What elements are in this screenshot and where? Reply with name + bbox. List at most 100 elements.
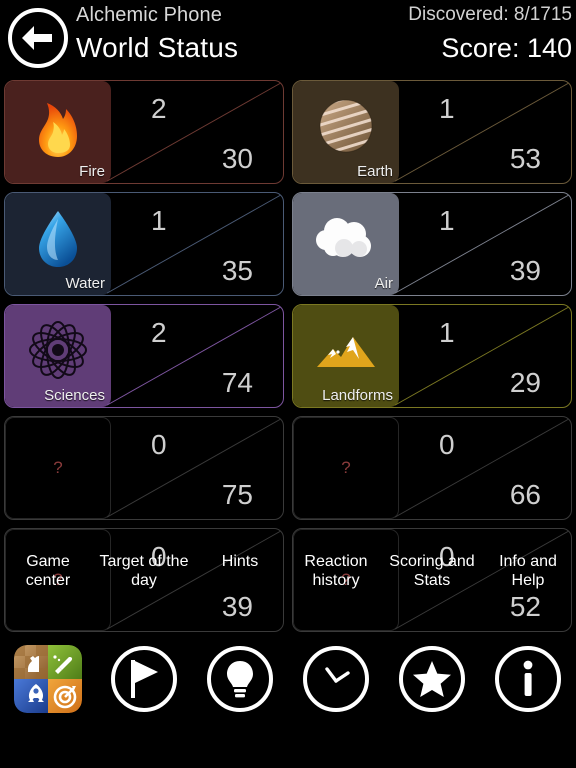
bottom-toolbar <box>0 638 576 720</box>
group-found-count: 0 <box>151 541 167 572</box>
group-found-count: 2 <box>151 317 167 348</box>
page-title: World Status <box>76 32 239 63</box>
lightbulb-icon <box>227 661 253 698</box>
group-progress: 1 53 <box>394 81 571 183</box>
clock-icon <box>325 667 350 683</box>
group-name: Sciences <box>44 387 105 404</box>
fraction-slash-icon <box>105 417 283 519</box>
group-found-count: 0 <box>439 429 455 460</box>
hints-button[interactable] <box>207 646 273 712</box>
group-name: ? <box>341 458 351 477</box>
group-cell[interactable]: ? 0 66 <box>288 412 576 524</box>
info-help-button[interactable] <box>495 646 561 712</box>
group-name: Water <box>65 275 105 292</box>
group-name: ? <box>53 570 63 589</box>
group-tile[interactable]: Landforms <box>293 305 399 407</box>
group-name: ? <box>341 570 351 589</box>
group-total-count: 53 <box>509 143 541 174</box>
group-tile[interactable]: Earth <box>293 81 399 183</box>
group-tile[interactable]: Air <box>293 193 399 295</box>
back-arrow-icon <box>22 26 52 50</box>
group-name: ? <box>53 458 63 477</box>
group-total-count: 35 <box>221 255 253 286</box>
group-cell[interactable]: ? 0 39 <box>0 524 288 636</box>
group-total-count: 74 <box>221 367 253 398</box>
scoring-stats-button[interactable] <box>399 646 465 712</box>
fraction-slash-icon <box>393 81 571 183</box>
group-progress: 0 39 <box>106 529 283 631</box>
group-row: Fire 2 30 Earth 1 53 <box>0 76 576 188</box>
group-name: Air <box>374 275 393 292</box>
home-indicator-area <box>0 722 576 768</box>
group-tile[interactable]: Water <box>5 193 111 295</box>
group-cell[interactable]: ? 0 52 <box>288 524 576 636</box>
group-row: ? 0 75 ? 0 66 <box>0 412 576 524</box>
group-total-count: 39 <box>509 255 541 286</box>
toolbar-item[interactable] <box>288 646 384 712</box>
toolbar-item[interactable] <box>480 646 576 712</box>
group-cell[interactable]: Water 1 35 <box>0 188 288 300</box>
back-button[interactable] <box>8 8 68 68</box>
game-center-icon <box>14 645 82 713</box>
discovered-count: Discovered: 8/1715 <box>408 4 572 25</box>
group-progress: 0 52 <box>394 529 571 631</box>
group-found-count: 1 <box>439 317 455 348</box>
group-total-count: 29 <box>509 367 541 398</box>
group-tile[interactable]: ? <box>5 529 111 631</box>
group-cell[interactable]: Landforms 1 29 <box>288 300 576 412</box>
fraction-slash-icon <box>393 193 571 295</box>
group-tile[interactable]: ? <box>293 417 399 519</box>
fraction-slash-icon <box>105 193 283 295</box>
group-total-count: 52 <box>509 591 541 622</box>
toolbar-item[interactable] <box>0 645 96 713</box>
group-progress: 2 30 <box>106 81 283 183</box>
fraction-slash-icon <box>393 417 571 519</box>
group-row: ? 0 39 ? 0 52 <box>0 524 576 636</box>
group-progress: 2 74 <box>106 305 283 407</box>
group-name: Fire <box>79 163 105 180</box>
info-icon <box>523 660 533 696</box>
group-progress: 0 66 <box>394 417 571 519</box>
group-tile[interactable]: Fire <box>5 81 111 183</box>
group-name: Landforms <box>322 387 393 404</box>
toolbar-item[interactable] <box>384 646 480 712</box>
fraction-slash-icon <box>105 529 283 631</box>
group-progress: 0 75 <box>106 417 283 519</box>
header-bar: Alchemic Phone World Status Discovered: … <box>0 0 576 72</box>
play-flag-icon <box>131 660 158 698</box>
group-cell[interactable]: ? 0 75 <box>0 412 288 524</box>
group-tile[interactable]: ? <box>5 417 111 519</box>
group-row: Sciences 2 74 Landforms 1 29 <box>0 300 576 412</box>
toolbar-item[interactable] <box>96 646 192 712</box>
play-flag-button[interactable] <box>111 646 177 712</box>
fraction-slash-icon <box>393 305 571 407</box>
group-found-count: 2 <box>151 93 167 124</box>
group-total-count: 39 <box>221 591 253 622</box>
group-cell[interactable]: Fire 2 30 <box>0 76 288 188</box>
header-stats: Discovered: 8/1715 Score: 140 <box>408 0 572 66</box>
fraction-slash-icon <box>105 305 283 407</box>
group-progress: 1 35 <box>106 193 283 295</box>
group-grid: Fire 2 30 Earth 1 53 Water 1 35 Air 1 39… <box>0 76 576 636</box>
group-tile[interactable]: ? <box>293 529 399 631</box>
group-cell[interactable]: Sciences 2 74 <box>0 300 288 412</box>
app-screen: Alchemic Phone World Status Discovered: … <box>0 0 576 768</box>
group-cell[interactable]: Air 1 39 <box>288 188 576 300</box>
group-name: Earth <box>357 163 393 180</box>
group-cell[interactable]: Earth 1 53 <box>288 76 576 188</box>
group-found-count: 1 <box>439 205 455 236</box>
star-icon <box>413 661 451 697</box>
group-total-count: 30 <box>221 143 253 174</box>
group-found-count: 1 <box>439 93 455 124</box>
group-total-count: 75 <box>221 479 253 510</box>
group-found-count: 0 <box>439 541 455 572</box>
fraction-slash-icon <box>105 81 283 183</box>
toolbar-item[interactable] <box>192 646 288 712</box>
score-value: Score: 140 <box>441 33 572 63</box>
reaction-history-button[interactable] <box>303 646 369 712</box>
group-row: Water 1 35 Air 1 39 <box>0 188 576 300</box>
group-tile[interactable]: Sciences <box>5 305 111 407</box>
group-found-count: 0 <box>151 429 167 460</box>
group-found-count: 1 <box>151 205 167 236</box>
group-total-count: 66 <box>509 479 541 510</box>
